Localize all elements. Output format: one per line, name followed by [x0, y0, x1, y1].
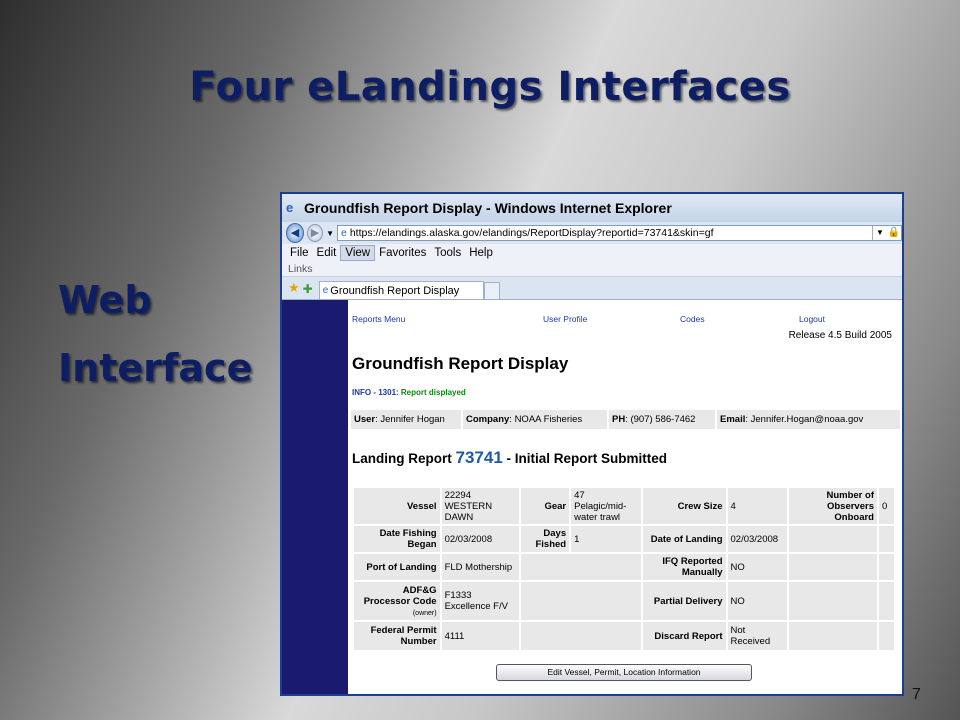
report-main: Reports Menu User Profile Codes Logout R… — [348, 300, 902, 694]
favorites-star-icon[interactable]: ★ — [288, 280, 300, 296]
menu-help[interactable]: Help — [465, 246, 497, 260]
window-title: Groundfish Report Display - Windows Inte… — [304, 200, 672, 216]
table-row: ADF&G Processor Code (owner) F1333 Excell… — [352, 580, 897, 622]
slide-title: Four eLandings Interfaces — [189, 64, 791, 110]
company-cell: Company: NOAA Fisheries — [463, 410, 609, 429]
phone-cell: PH: (907) 586-7462 — [609, 410, 717, 429]
user-cell: User: Jennifer Hogan — [351, 410, 463, 429]
side-label-web: Web — [58, 278, 152, 322]
url-text: https://elandings.alaska.gov/elandings/R… — [349, 227, 714, 239]
address-bar: ◀ ▶ ▼ e https://elandings.alaska.gov/ela… — [282, 222, 902, 244]
back-icon[interactable]: ◀ — [286, 223, 304, 243]
tab-page-icon: e — [322, 285, 329, 296]
report-title: Groundfish Report Display — [352, 354, 569, 373]
user-info-bar: User: Jennifer Hogan Company: NOAA Fishe… — [351, 410, 902, 429]
link-logout[interactable]: Logout — [799, 314, 825, 324]
page-number: 7 — [912, 686, 921, 703]
menu-view[interactable]: View — [340, 245, 376, 261]
page-content: Reports Menu User Profile Codes Logout R… — [282, 300, 902, 694]
link-reports-menu[interactable]: Reports Menu — [352, 314, 405, 324]
report-details-table: Vessel 22294 WESTERN DAWN Gear 47 Pelagi… — [352, 486, 897, 652]
lock-icon[interactable]: 🔒 — [887, 226, 901, 240]
link-codes[interactable]: Codes — [680, 314, 705, 324]
landing-report-heading: Landing Report 73741 - Initial Report Su… — [352, 448, 668, 467]
info-code: INFO - 1301 — [352, 388, 397, 397]
tab-title: Groundfish Report Display — [330, 284, 460, 297]
release-text: Release 4.5 Build 2005 — [788, 330, 892, 341]
menu-file[interactable]: File — [286, 246, 313, 260]
page-icon: e — [341, 227, 347, 239]
table-row: Federal Permit Number 4111 Discard Repor… — [352, 620, 897, 652]
edit-vessel-permit-button[interactable]: Edit Vessel, Permit, Location Informatio… — [496, 664, 752, 681]
browser-window: e Groundfish Report Display - Windows In… — [280, 192, 904, 696]
table-row: Vessel 22294 WESTERN DAWN Gear 47 Pelagi… — [352, 486, 897, 526]
links-toolbar[interactable]: Links — [282, 262, 902, 277]
ie-logo-icon: e — [286, 200, 294, 215]
info-message: INFO - 1301: Report displayed — [352, 388, 466, 397]
menu-tools[interactable]: Tools — [430, 246, 465, 260]
window-titlebar: e Groundfish Report Display - Windows In… — [282, 194, 902, 222]
tab-bar: ★ ✚ e Groundfish Report Display — [282, 277, 902, 300]
landing-report-number: 73741 — [455, 448, 503, 467]
email-cell: Email: Jennifer.Hogan@noaa.gov — [717, 410, 902, 429]
url-dropdown-icon[interactable]: ▼ — [872, 226, 887, 240]
table-row: Port of Landing FLD Mothership IFQ Repor… — [352, 552, 897, 582]
left-nav-panel — [282, 300, 348, 694]
tab-groundfish-report[interactable]: e Groundfish Report Display — [318, 281, 484, 299]
info-text: : Report displayed — [396, 388, 466, 397]
url-field[interactable]: e https://elandings.alaska.gov/elandings… — [337, 225, 902, 241]
side-label-interface: Interface — [58, 346, 253, 390]
history-dropdown-icon[interactable]: ▼ — [326, 229, 334, 238]
menu-bar: File Edit View Favorites Tools Help — [282, 244, 902, 262]
table-row: Date Fishing Began 02/03/2008 Days Fishe… — [352, 524, 897, 554]
add-favorite-icon[interactable]: ✚ — [303, 282, 313, 296]
menu-favorites[interactable]: Favorites — [375, 246, 430, 260]
new-tab-button[interactable] — [483, 282, 500, 299]
menu-edit[interactable]: Edit — [313, 246, 341, 260]
link-user-profile[interactable]: User Profile — [543, 314, 587, 324]
forward-icon[interactable]: ▶ — [306, 224, 324, 242]
